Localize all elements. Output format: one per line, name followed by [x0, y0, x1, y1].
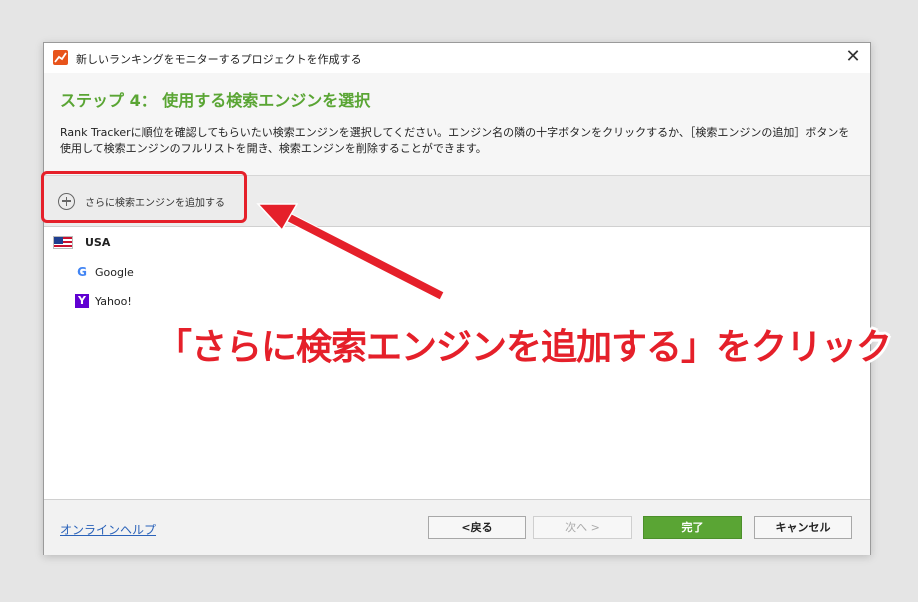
annotation-text: 「さらに検索エンジンを追加する」をクリック — [156, 327, 892, 368]
dialog-footer: オンラインヘルプ <戻る 次へ > 完了 キャンセル — [44, 499, 870, 555]
finish-button[interactable]: 完了 — [643, 516, 742, 539]
create-project-dialog: 新しいランキングをモニターするプロジェクトを作成する ✕ ステップ 4： 使用す… — [43, 42, 871, 555]
close-icon[interactable]: ✕ — [844, 48, 862, 66]
engine-label: Yahoo! — [95, 294, 132, 308]
step-title: ステップ 4： 使用する検索エンジンを選択 — [60, 91, 371, 110]
online-help-link[interactable]: オンラインヘルプ — [60, 521, 156, 538]
country-label: USA — [85, 236, 111, 249]
google-icon: G — [77, 265, 87, 279]
list-item-yahoo[interactable]: Y Yahoo! — [75, 294, 132, 308]
step-header: ステップ 4： 使用する検索エンジンを選択 Rank Trackerに順位を確認… — [44, 73, 870, 176]
highlight-box — [41, 171, 247, 223]
usa-flag-icon — [53, 236, 73, 249]
engine-label: Google — [95, 265, 134, 279]
next-button[interactable]: 次へ > — [533, 516, 632, 539]
title-bar: 新しいランキングをモニターするプロジェクトを作成する ✕ — [44, 43, 870, 73]
list-item-google[interactable]: G Google — [75, 265, 134, 279]
step-description: Rank Trackerに順位を確認してもらいたい検索エンジンを選択してください… — [60, 126, 850, 155]
window-title: 新しいランキングをモニターするプロジェクトを作成する — [76, 53, 362, 66]
country-group[interactable]: USA — [53, 236, 110, 249]
rank-tracker-app-icon — [53, 50, 68, 65]
yahoo-icon: Y — [75, 294, 89, 308]
back-button[interactable]: <戻る — [428, 516, 526, 539]
cancel-button[interactable]: キャンセル — [754, 516, 852, 539]
